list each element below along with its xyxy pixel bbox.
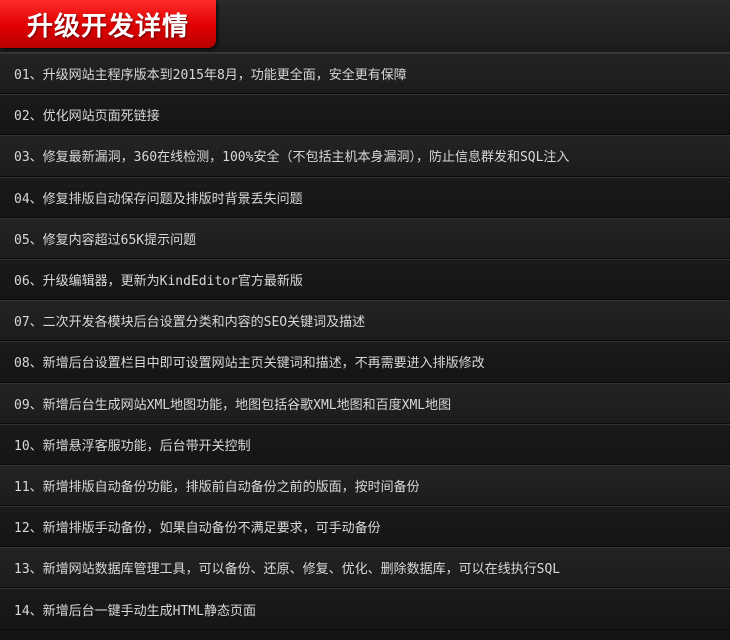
list-item: 04、修复排版自动保存问题及排版时背景丢失问题: [0, 176, 730, 218]
list-item: 12、新增排版手动备份，如果自动备份不满足要求，可手动备份: [0, 506, 730, 548]
list-item: 14、新增后台一键手动生成HTML静态页面: [0, 588, 730, 630]
title-tab: 升级开发详情: [0, 0, 216, 48]
list-item-text: 02、优化网站页面死链接: [14, 109, 160, 125]
page-title: 升级开发详情: [26, 11, 189, 42]
list-item: 11、新增排版自动备份功能，排版前自动备份之前的版面，按时间备份: [0, 464, 730, 507]
list-item: 09、新增后台生成网站XML地图功能，地图包括谷歌XML地图和百度XML地图: [0, 382, 730, 424]
list-item: 03、修复最新漏洞，360在线检测，100%安全（不包括主机本身漏洞），防止信息…: [0, 135, 730, 177]
list-item-text: 03、修复最新漏洞，360在线检测，100%安全（不包括主机本身漏洞），防止信息…: [14, 150, 570, 166]
upgrade-list: 01、升级网站主程序版本到2015年8月，功能更全面，安全更有保障 02、优化网…: [0, 53, 730, 630]
list-item-text: 09、新增后台生成网站XML地图功能，地图包括谷歌XML地图和百度XML地图: [14, 397, 452, 413]
list-item-text: 10、新增悬浮客服功能，后台带开关控制: [14, 438, 251, 454]
panel-header: 升级开发详情: [0, 0, 730, 53]
list-item-text: 11、新增排版自动备份功能，排版前自动备份之前的版面，按时间备份: [14, 479, 420, 495]
list-item: 05、修复内容超过65K提示问题: [0, 217, 730, 259]
list-item: 02、优化网站页面死链接: [0, 94, 730, 136]
list-item-text: 08、新增后台设置栏目中即可设置网站主页关键词和描述，不再需要进入排版修改: [14, 356, 485, 372]
list-item-text: 01、升级网站主程序版本到2015年8月，功能更全面，安全更有保障: [14, 68, 407, 84]
list-item: 08、新增后台设置栏目中即可设置网站主页关键词和描述，不再需要进入排版修改: [0, 341, 730, 383]
list-item-text: 04、修复排版自动保存问题及排版时背景丢失问题: [14, 191, 303, 207]
upgrade-details-panel: 升级开发详情 01、升级网站主程序版本到2015年8月，功能更全面，安全更有保障…: [0, 0, 730, 640]
list-item: 01、升级网站主程序版本到2015年8月，功能更全面，安全更有保障: [0, 53, 730, 95]
list-item-text: 13、新增网站数据库管理工具，可以备份、还原、修复、优化、删除数据库，可以在线执…: [14, 562, 561, 578]
list-item: 07、二次开发各模块后台设置分类和内容的SEO关键词及描述: [0, 300, 730, 342]
list-item-text: 12、新增排版手动备份，如果自动备份不满足要求，可手动备份: [14, 521, 381, 537]
list-item-text: 06、升级编辑器，更新为KindEditor官方最新版: [14, 274, 303, 290]
list-item-text: 14、新增后台一键手动生成HTML静态页面: [14, 603, 256, 619]
list-item: 13、新增网站数据库管理工具，可以备份、还原、修复、优化、删除数据库，可以在线执…: [0, 547, 730, 589]
list-item-text: 05、修复内容超过65K提示问题: [14, 232, 197, 248]
list-item: 10、新增悬浮客服功能，后台带开关控制: [0, 423, 730, 465]
list-item: 06、升级编辑器，更新为KindEditor官方最新版: [0, 258, 730, 301]
list-item-text: 07、二次开发各模块后台设置分类和内容的SEO关键词及描述: [14, 315, 366, 331]
